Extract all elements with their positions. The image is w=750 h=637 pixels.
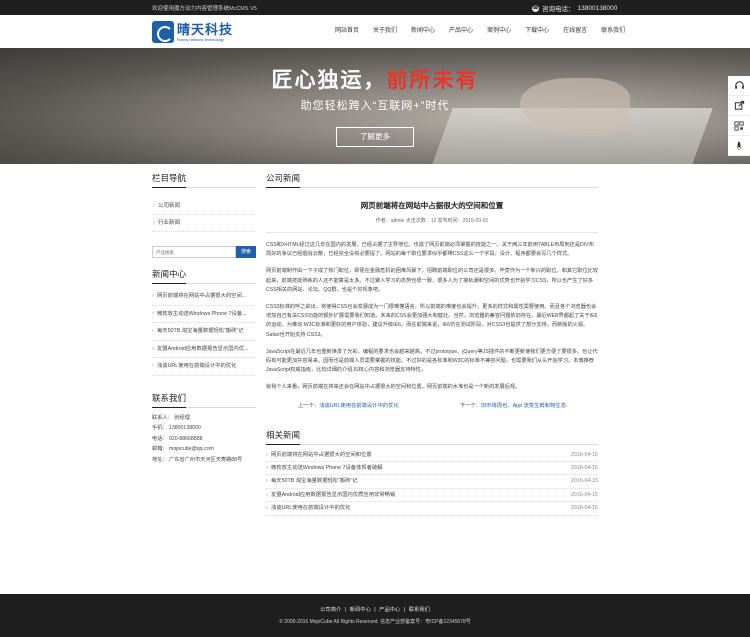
nav-about[interactable]: 关于我们 xyxy=(366,15,404,48)
footer-link-news[interactable]: 新闻中心 xyxy=(350,607,371,613)
list-item[interactable]: 浅谈URL使用在前端设计中的优化 xyxy=(152,358,256,376)
product-search: 搜索 xyxy=(152,246,256,258)
article-paragraph: CSS3标准的呼之欲出，将使得CSS也会发展成为一门很难懂语言。所以前端的难度也… xyxy=(266,304,598,338)
article-paragraph: JavaScript在最近几年也重新焕发了光彩，编程的要求也会越来越高。不过pr… xyxy=(266,348,598,374)
article-title: 网页前端将在网站中占据很大的空间和位置 xyxy=(360,201,504,210)
prev-article-link[interactable]: 浅谈URL使用在前端设计中的优化 xyxy=(319,403,398,409)
copyright: © 2000-2016 MojoCube All Rights Reserved… xyxy=(279,619,471,625)
list-item[interactable]: 友盟Android应用数据报告显示国内优... xyxy=(152,341,256,358)
nav-products[interactable]: 产品中心 xyxy=(442,15,480,48)
table-row[interactable]: 每天50TB 淘宝海量数据轻松“搬砖”记 2016-04-15 xyxy=(266,475,598,489)
contact-email: 邮箱： mojocube@qq.com xyxy=(152,446,214,453)
related-date: 2016-04-15 xyxy=(570,478,598,485)
related-date: 2016-04-15 xyxy=(570,505,598,512)
logo-slogan: Sunny network technology xyxy=(177,36,224,42)
table-row[interactable]: 浅谈URL使用在前端设计中的优化 2016-04-15 xyxy=(266,502,598,516)
list-item[interactable]: 微软放主动送Windows Phone 7设备... xyxy=(152,306,256,323)
article-meta: 作者：admin 点击次数：12 发布时间：2015-03-01 xyxy=(375,218,489,224)
next-article: 下一个：旧市将周也、App 流变生鲜和物生态 xyxy=(460,401,566,409)
article-paragraph: 就我个人来看，网页前端在将来还会在网站中占据很大的空间和位置。网页前端的水准也是… xyxy=(266,384,521,391)
hotline: ☎ 咨询电话： 13800138000 xyxy=(532,3,617,13)
list-item[interactable]: 网页前端将在网站中占据很大的空间... xyxy=(152,288,256,306)
banner-title-red: 前所未有 xyxy=(386,69,479,92)
main-content: 公司新闻 网页前端将在网站中占据很大的空间和位置 作者：admin 点击次数：1… xyxy=(266,172,598,516)
top-bar: 欢迎使用魔方动力内容管理系统McCMS V5 ☎ 咨询电话： 138001380… xyxy=(0,0,750,15)
hero-banner: 匠心独运，前所未有 助您轻松跨入“互联网+”时代 了解更多 xyxy=(0,48,750,164)
related-title[interactable]: 微软放主动送Windows Phone 7设备体现者破解 xyxy=(271,462,383,474)
next-label: 下一个： xyxy=(459,402,481,409)
related-title[interactable]: 浅谈URL使用在前端设计中的优化 xyxy=(271,502,350,514)
contact-phone: 电话： 020-88668888 xyxy=(152,435,203,442)
rocket-icon[interactable] xyxy=(728,136,750,156)
related-title[interactable]: 友盟Android应用数据报告显示国内优质应用非常畅销 xyxy=(271,489,395,501)
prev-next-nav: 上一个：浅谈URL使用在前端设计中的优化 下一个：旧市将周也、App 流变生鲜和… xyxy=(266,401,598,409)
list-item[interactable]: 每天50TB 淘宝海量数据轻松“搬砖”记 xyxy=(152,323,256,341)
nav-message[interactable]: 在线留言 xyxy=(556,15,594,48)
contact-us: 联系我们 联系人： 张经理 手机： 13800138000 电话： 020-88… xyxy=(152,392,256,466)
table-row[interactable]: 网页前端将在网站中占据很大的空间和位置 2016-04-15 xyxy=(266,449,598,462)
related-date: 2016-04-15 xyxy=(570,465,598,472)
contact-person: 联系人： 张经理 xyxy=(152,414,190,421)
header: 晴天科技 Sunny network technology 网站首页 关于我们 … xyxy=(0,15,750,48)
nav-contact[interactable]: 联系我们 xyxy=(594,15,632,48)
related-date: 2016-04-15 xyxy=(570,451,598,458)
next-article-link[interactable]: 旧市将周也、App 流变生鲜和物生态 xyxy=(481,403,566,409)
nav-download[interactable]: 下载中心 xyxy=(518,15,556,48)
related-title[interactable]: 网页前端将在网站中占据很大的空间和位置 xyxy=(271,449,372,461)
nav-cases[interactable]: 案例中心 xyxy=(480,15,518,48)
article-paragraph: 网页前端制作由一下子成了热门职位，即便在金融危机的困难风暴下，招聘前端职位的公司… xyxy=(266,268,599,293)
contact-mobile: 手机： 13800138000 xyxy=(152,425,201,432)
left-sidebar: 栏目导航 公司新闻 行业新闻 搜索 新闻中心 网页前端将在网站中占据很大的空间.… xyxy=(152,172,256,465)
learn-more-button[interactable]: 了解更多 xyxy=(336,127,414,147)
prev-article: 上一个：浅谈URL使用在前端设计中的优化 xyxy=(298,401,399,409)
column-nav-item[interactable]: 公司新闻 xyxy=(152,198,256,215)
prev-label: 上一个： xyxy=(298,402,320,409)
nav-news[interactable]: 新闻中心 xyxy=(404,15,442,48)
headset-icon[interactable] xyxy=(728,76,750,96)
column-nav-item[interactable]: 行业新闻 xyxy=(152,215,256,232)
share-icon[interactable] xyxy=(728,96,750,116)
article-body: CSS和XHTML经过这几年在国内的发展，已经占据了主导地位。也成了网页前端必须… xyxy=(266,232,598,393)
article-paragraph: CSS和XHTML经过这几年在国内的发展，已经占据了主导地位。也成了网页前端必须… xyxy=(266,242,594,258)
phone-icon: ☎ xyxy=(532,4,539,12)
related-date: 2016-04-15 xyxy=(570,491,598,498)
footer-link-contact[interactable]: 联系我们 xyxy=(409,607,430,613)
related-news: 相关新闻 网页前端将在网站中占据很大的空间和位置 2016-04-15 微软放主动… xyxy=(266,429,598,516)
banner-title-white: 匠心独运， xyxy=(271,69,387,92)
table-row[interactable]: 微软放主动送Windows Phone 7设备体现者破解 2016-04-15 xyxy=(266,462,598,476)
contact-address: 地址： 广东省广州市天河区天寿路88号 xyxy=(152,456,243,463)
logo-name: 晴天科技 xyxy=(177,21,234,37)
contact-list: 联系人： 张经理 手机： 13800138000 电话： 020-8866888… xyxy=(152,413,256,466)
banner-title: 匠心独运，前所未有 xyxy=(0,64,750,94)
main-nav: 网站首页 关于我们 新闻中心 产品中心 案例中心 下载中心 在线留言 联系我们 xyxy=(328,15,632,48)
news-center-list: 网页前端将在网站中占据很大的空间... 微软放主动送Windows Phone … xyxy=(152,288,256,376)
related-news-list: 网页前端将在网站中占据很大的空间和位置 2016-04-15 微软放主动送Wind… xyxy=(266,449,598,516)
news-center: 新闻中心 网页前端将在网站中占据很大的空间... 微软放主动送Windows P… xyxy=(152,268,256,376)
footer-links: 公司简介 | 新闻中心 | 产品中心 | 联系我们 xyxy=(320,607,430,613)
related-title[interactable]: 每天50TB 淘宝海量数据轻松“搬砖”记 xyxy=(271,475,358,487)
contact-title: 联系我们 xyxy=(152,392,256,408)
related-news-title: 相关新闻 xyxy=(266,429,598,445)
search-input[interactable] xyxy=(152,246,236,258)
table-row[interactable]: 友盟Android应用数据报告显示国内优质应用非常畅销 2016-04-15 xyxy=(266,489,598,503)
nav-home[interactable]: 网站首页 xyxy=(328,15,366,48)
column-nav-list: 公司新闻 行业新闻 xyxy=(152,198,256,232)
search-button[interactable]: 搜索 xyxy=(236,246,256,258)
qrcode-icon[interactable] xyxy=(728,116,750,136)
footer-link-about[interactable]: 公司简介 xyxy=(320,607,341,613)
logo-icon xyxy=(152,21,174,43)
logo[interactable]: 晴天科技 Sunny network technology xyxy=(152,21,233,43)
hotline-number: 13800138000 xyxy=(577,4,618,12)
floating-toolbar xyxy=(728,76,750,156)
welcome-text: 欢迎使用魔方动力内容管理系统McCMS V5 xyxy=(152,6,257,12)
footer: 公司简介 | 新闻中心 | 产品中心 | 联系我们 © 2000-2016 Mo… xyxy=(0,594,750,637)
footer-link-products[interactable]: 产品中心 xyxy=(379,607,400,613)
section-title: 公司新闻 xyxy=(266,172,598,188)
banner-subtitle: 助您轻松跨入“互联网+”时代 xyxy=(300,100,450,112)
hotline-label: 咨询电话： xyxy=(542,6,575,13)
column-nav-title: 栏目导航 xyxy=(152,172,256,188)
news-center-title: 新闻中心 xyxy=(152,268,256,284)
